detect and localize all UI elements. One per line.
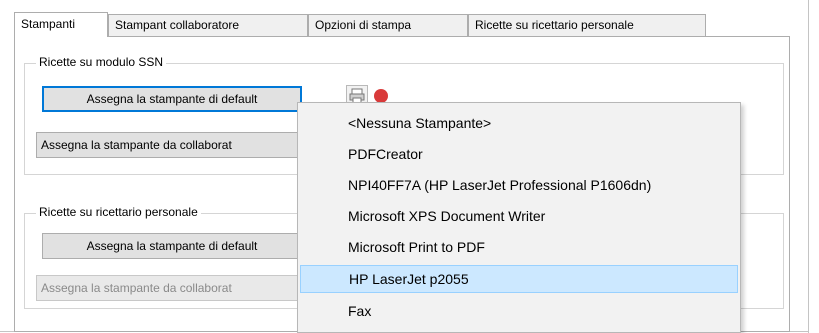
menu-item-fax[interactable]: Fax xyxy=(300,297,738,325)
menu-item-microsoft-xps[interactable]: Microsoft XPS Document Writer xyxy=(300,202,738,230)
tab-stampanti[interactable]: Stampanti xyxy=(14,12,108,37)
group-personal-title: Ricette su ricettario personale xyxy=(36,205,201,219)
window-edge-right xyxy=(808,0,809,333)
menu-item-nessuna-stampante[interactable]: <Nessuna Stampante> xyxy=(300,109,738,137)
remove-icon[interactable] xyxy=(374,89,388,103)
menu-item-microsoft-print-to-pdf[interactable]: Microsoft Print to PDF xyxy=(300,233,738,261)
printer-dropdown-menu: <Nessuna Stampante> PDFCreator NPI40FF7A… xyxy=(297,102,741,333)
personal-assign-default-button[interactable]: Assegna la stampante di default xyxy=(42,233,302,259)
tab-ricettario-personale[interactable]: Ricette su ricettario personale xyxy=(468,14,706,36)
ssn-assign-collaborator-button[interactable]: Assegna la stampante da collaborat xyxy=(36,132,302,158)
tab-opzioni-di-stampa[interactable]: Opzioni di stampa xyxy=(308,14,468,36)
group-ssn-title: Ricette su modulo SSN xyxy=(36,55,167,69)
menu-item-npi40ff7a[interactable]: NPI40FF7A (HP LaserJet Professional P160… xyxy=(300,171,738,199)
ssn-assign-default-button[interactable]: Assegna la stampante di default xyxy=(42,86,302,112)
menu-item-hp-laserjet-p2055[interactable]: HP LaserJet p2055 xyxy=(300,265,738,293)
menu-item-pdfcreator[interactable]: PDFCreator xyxy=(300,140,738,168)
tab-stampanti-collaboratore[interactable]: Stampant collaboratore xyxy=(108,14,308,36)
personal-assign-collaborator-button: Assegna la stampante da collaborat xyxy=(36,275,302,301)
